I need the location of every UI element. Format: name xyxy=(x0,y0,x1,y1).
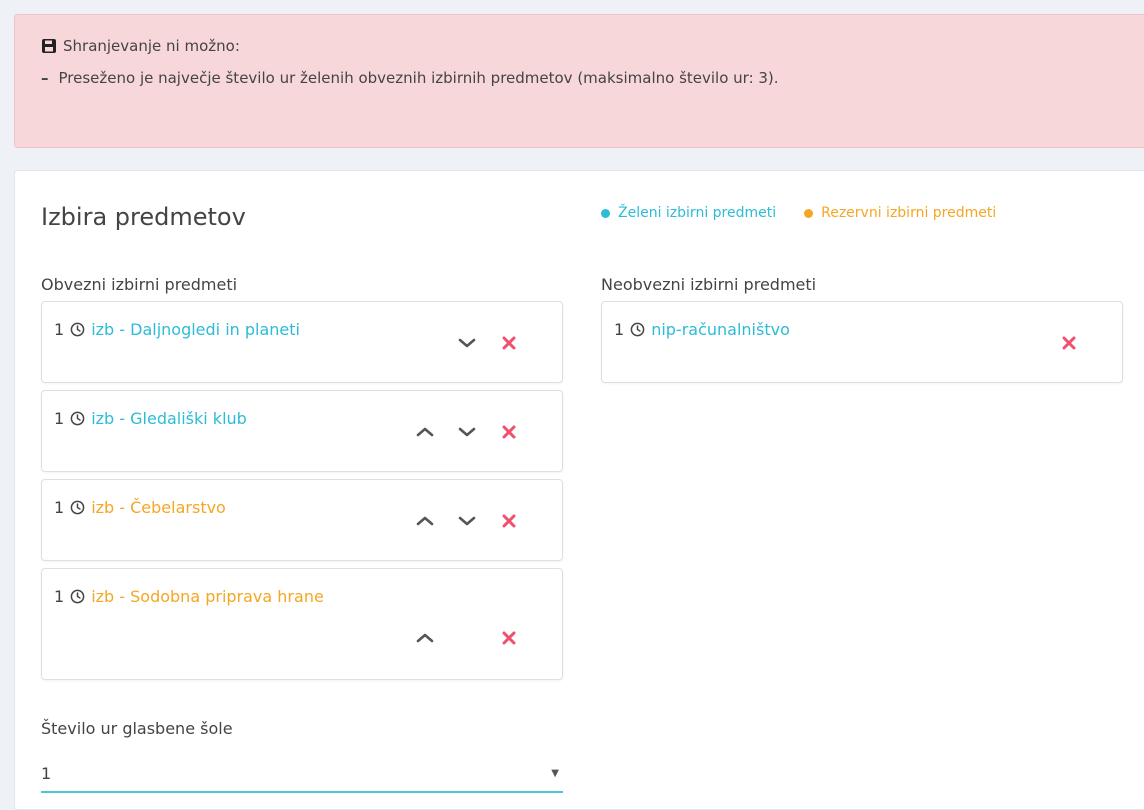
clock-icon xyxy=(70,500,85,515)
subject-hours: 1 xyxy=(614,320,625,339)
mandatory-subject-item: 1 izb - Čebelarstvo xyxy=(41,479,563,561)
remove-button[interactable] xyxy=(498,627,520,649)
wanted-dot-icon xyxy=(601,208,610,218)
chevron-down-icon xyxy=(458,427,476,437)
clock-icon xyxy=(70,589,85,604)
clock-icon xyxy=(70,411,85,426)
subject-name[interactable]: izb - Gledališki klub xyxy=(91,409,247,428)
optional-label: Neobvezni izbirni predmeti xyxy=(601,275,817,294)
page-title: Izbira predmetov xyxy=(41,203,246,231)
chevron-up-icon xyxy=(416,427,434,437)
chevron-down-icon xyxy=(458,338,476,348)
remove-button[interactable] xyxy=(498,332,520,354)
legend: Želeni izbirni predmeti Rezervni izbirni… xyxy=(601,205,996,221)
music-school-label: Število ur glasbene šole xyxy=(41,719,233,738)
legend-item-reserve: Rezervni izbirni predmeti xyxy=(804,205,996,221)
caret-down-icon: ▼ xyxy=(551,767,559,779)
alert-message: Preseženo je največje število ur želenih… xyxy=(58,69,779,87)
subject-name[interactable]: izb - Sodobna priprava hrane xyxy=(91,587,324,606)
clock-icon xyxy=(630,322,645,337)
remove-button[interactable] xyxy=(498,421,520,443)
music-school-select[interactable]: 1 ▼ xyxy=(41,755,563,793)
chevron-up-icon xyxy=(416,516,434,526)
chevron-up-icon xyxy=(416,633,434,643)
subject-hours: 1 xyxy=(54,498,65,517)
close-icon xyxy=(502,336,516,350)
alert-title: Shranjevanje ni možno: xyxy=(63,37,240,55)
move-down-button[interactable] xyxy=(456,510,478,532)
subject-name[interactable]: izb - Čebelarstvo xyxy=(91,498,226,517)
save-error-alert: Shranjevanje ni možno: – Preseženo je na… xyxy=(14,14,1144,148)
move-down-button[interactable] xyxy=(456,332,478,354)
move-down-button[interactable] xyxy=(456,421,478,443)
move-up-button[interactable] xyxy=(414,627,436,649)
move-up-button[interactable] xyxy=(414,510,436,532)
optional-subject-item: 1 nip-računalništvo xyxy=(601,301,1123,383)
legend-label-wanted: Želeni izbirni predmeti xyxy=(618,205,777,221)
reserve-dot-icon xyxy=(804,208,814,218)
mandatory-subject-item: 1 izb - Gledališki klub xyxy=(41,390,563,472)
subject-name[interactable]: nip-računalništvo xyxy=(651,320,790,339)
mandatory-label: Obvezni izbirni predmeti xyxy=(41,275,238,294)
mandatory-subject-item: 1 izb - Sodobna priprava hrane xyxy=(41,568,563,680)
subject-selection-card: Izbira predmetov Želeni izbirni predmeti… xyxy=(14,170,1144,810)
close-icon xyxy=(502,514,516,528)
subject-hours: 1 xyxy=(54,409,65,428)
close-icon xyxy=(502,425,516,439)
mandatory-subject-item: 1 izb - Daljnogledi in planeti xyxy=(41,301,563,383)
clock-icon xyxy=(70,322,85,337)
alert-dash: – xyxy=(41,69,49,87)
remove-button[interactable] xyxy=(498,510,520,532)
close-icon xyxy=(502,631,516,645)
floppy-disk-icon xyxy=(42,39,56,53)
chevron-down-icon xyxy=(458,516,476,526)
move-up-button[interactable] xyxy=(414,421,436,443)
music-school-value: 1 xyxy=(41,763,52,783)
remove-button[interactable] xyxy=(1058,332,1080,354)
subject-name[interactable]: izb - Daljnogledi in planeti xyxy=(91,320,300,339)
subject-hours: 1 xyxy=(54,587,65,606)
legend-label-reserve: Rezervni izbirni predmeti xyxy=(821,205,997,221)
subject-hours: 1 xyxy=(54,320,65,339)
legend-item-wanted: Želeni izbirni predmeti xyxy=(601,205,776,221)
close-icon xyxy=(1062,336,1076,350)
